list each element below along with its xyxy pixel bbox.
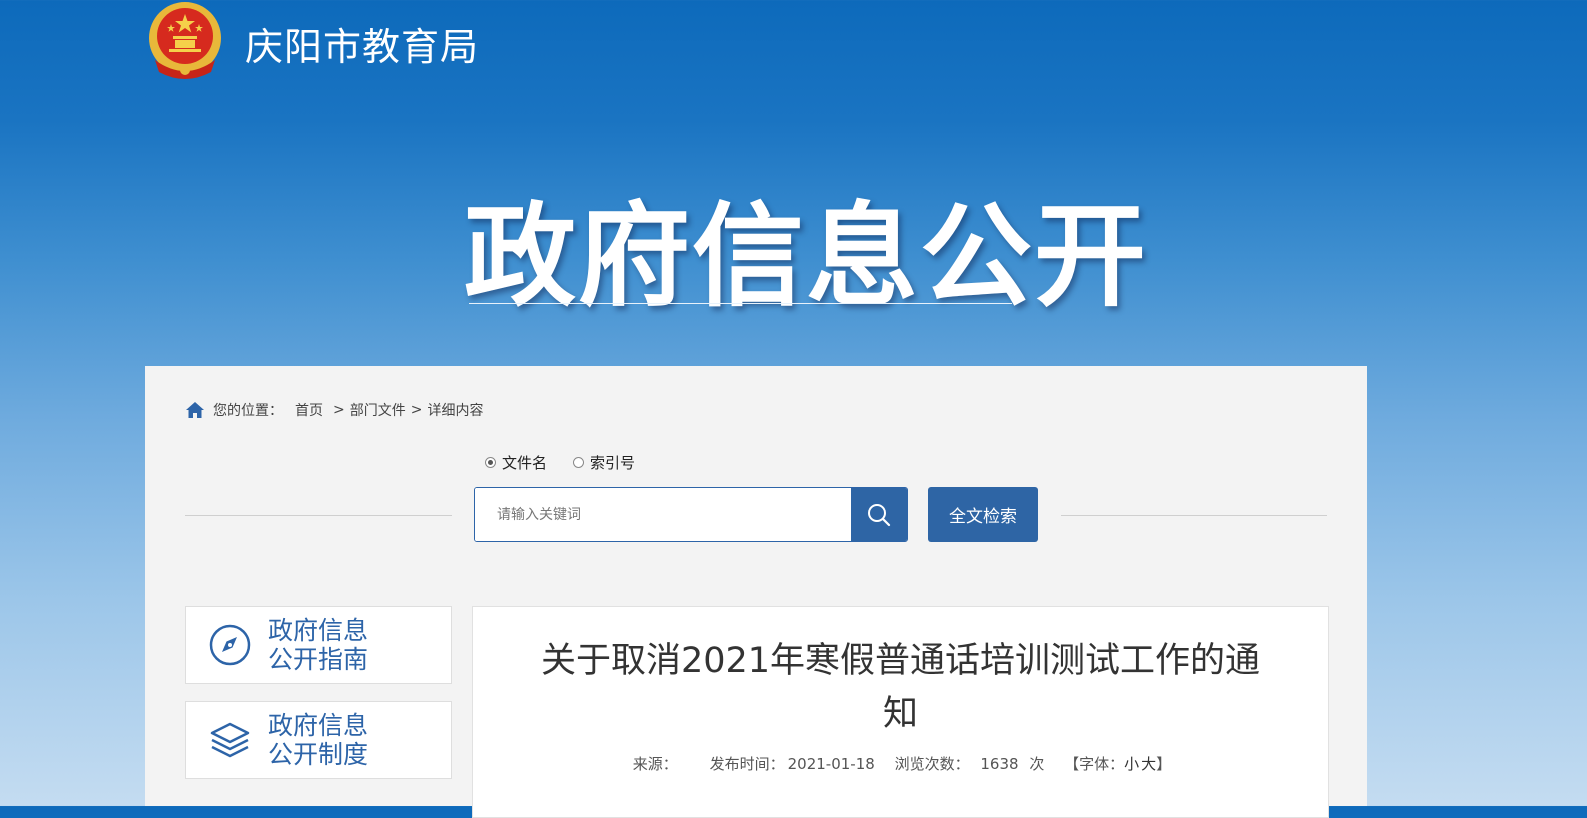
sidebar-item-disclosure-guide[interactable]: 政府信息 公开指南 [185,606,452,684]
radio-index-number-dot[interactable] [573,457,585,468]
content-panel: 您的位置： 首页 > 部门文件 > 详细内容 文件名 索引号 全文检索 [145,366,1367,818]
fulltext-search-button[interactable]: 全文检索 [928,487,1038,542]
sidebar-item-label: 政府信息 公开指南 [268,616,368,674]
search-box [474,487,908,542]
sidebar-item-label-line2: 公开指南 [268,645,369,674]
search-input[interactable] [475,488,851,541]
divider-right [1061,515,1327,516]
font-large-button[interactable]: 大 [1141,755,1156,773]
radio-index-number-label: 索引号 [590,454,636,472]
divider-left [185,515,452,516]
publish-date-value: 2021-01-18 [787,755,875,773]
font-size-close: 】 [1156,755,1172,773]
site-header: 庆阳市教育局 [145,0,745,90]
radio-filename[interactable]: 文件名 [485,452,547,473]
sidebar-item-label: 政府信息 公开制度 [268,711,368,769]
breadcrumb-separator: > [333,402,345,418]
font-size-open: 【字体： [1064,755,1125,773]
radio-filename-dot[interactable] [485,457,496,468]
layers-icon [210,722,250,758]
sidebar-item-label-line1: 政府信息 [268,711,369,740]
radio-filename-label: 文件名 [502,454,548,472]
compass-icon [209,624,251,666]
hero-underline [469,303,1012,304]
sidebar-item-disclosure-system[interactable]: 政府信息 公开制度 [185,701,452,779]
search-icon [868,503,891,526]
breadcrumb-separator: > [410,402,423,418]
search-button[interactable] [851,488,907,541]
font-small-button[interactable]: 小 [1124,755,1139,773]
views-count: 1638 [980,755,1019,773]
breadcrumb-dept-docs-link[interactable]: 部门文件 [350,400,406,420]
publish-date-label: 发布时间： [709,755,785,773]
views-label: 浏览次数： [894,755,970,773]
home-icon [186,402,204,418]
article-title: 关于取消2021年寒假普通话培训测试工作的通知 [540,641,1261,734]
site-name[interactable]: 庆阳市教育局 [245,16,479,71]
breadcrumb-prefix: 您的位置： [213,403,283,419]
breadcrumb-home-link[interactable]: 首页 [295,400,323,420]
search-type-group: 文件名 索引号 [485,452,635,473]
views-unit: 次 [1029,755,1045,773]
national-emblem-icon [149,2,221,79]
sidebar-item-label-line1: 政府信息 [268,616,369,645]
radio-index-number[interactable]: 索引号 [573,452,635,473]
article-card: 关于取消2021年寒假普通话培训测试工作的通知 来源： 发布时间： 2021-01… [472,606,1329,818]
sidebar-item-label-line2: 公开制度 [268,740,369,769]
article-meta: 来源： 发布时间： 2021-01-18 浏览次数： 1638 次 【字体：小 大】 [473,753,1328,774]
source-label: 来源： [632,755,678,773]
breadcrumb: 您的位置： 首页 > 部门文件 > 详细内容 [185,400,483,420]
breadcrumb-current: 详细内容 [427,403,484,419]
